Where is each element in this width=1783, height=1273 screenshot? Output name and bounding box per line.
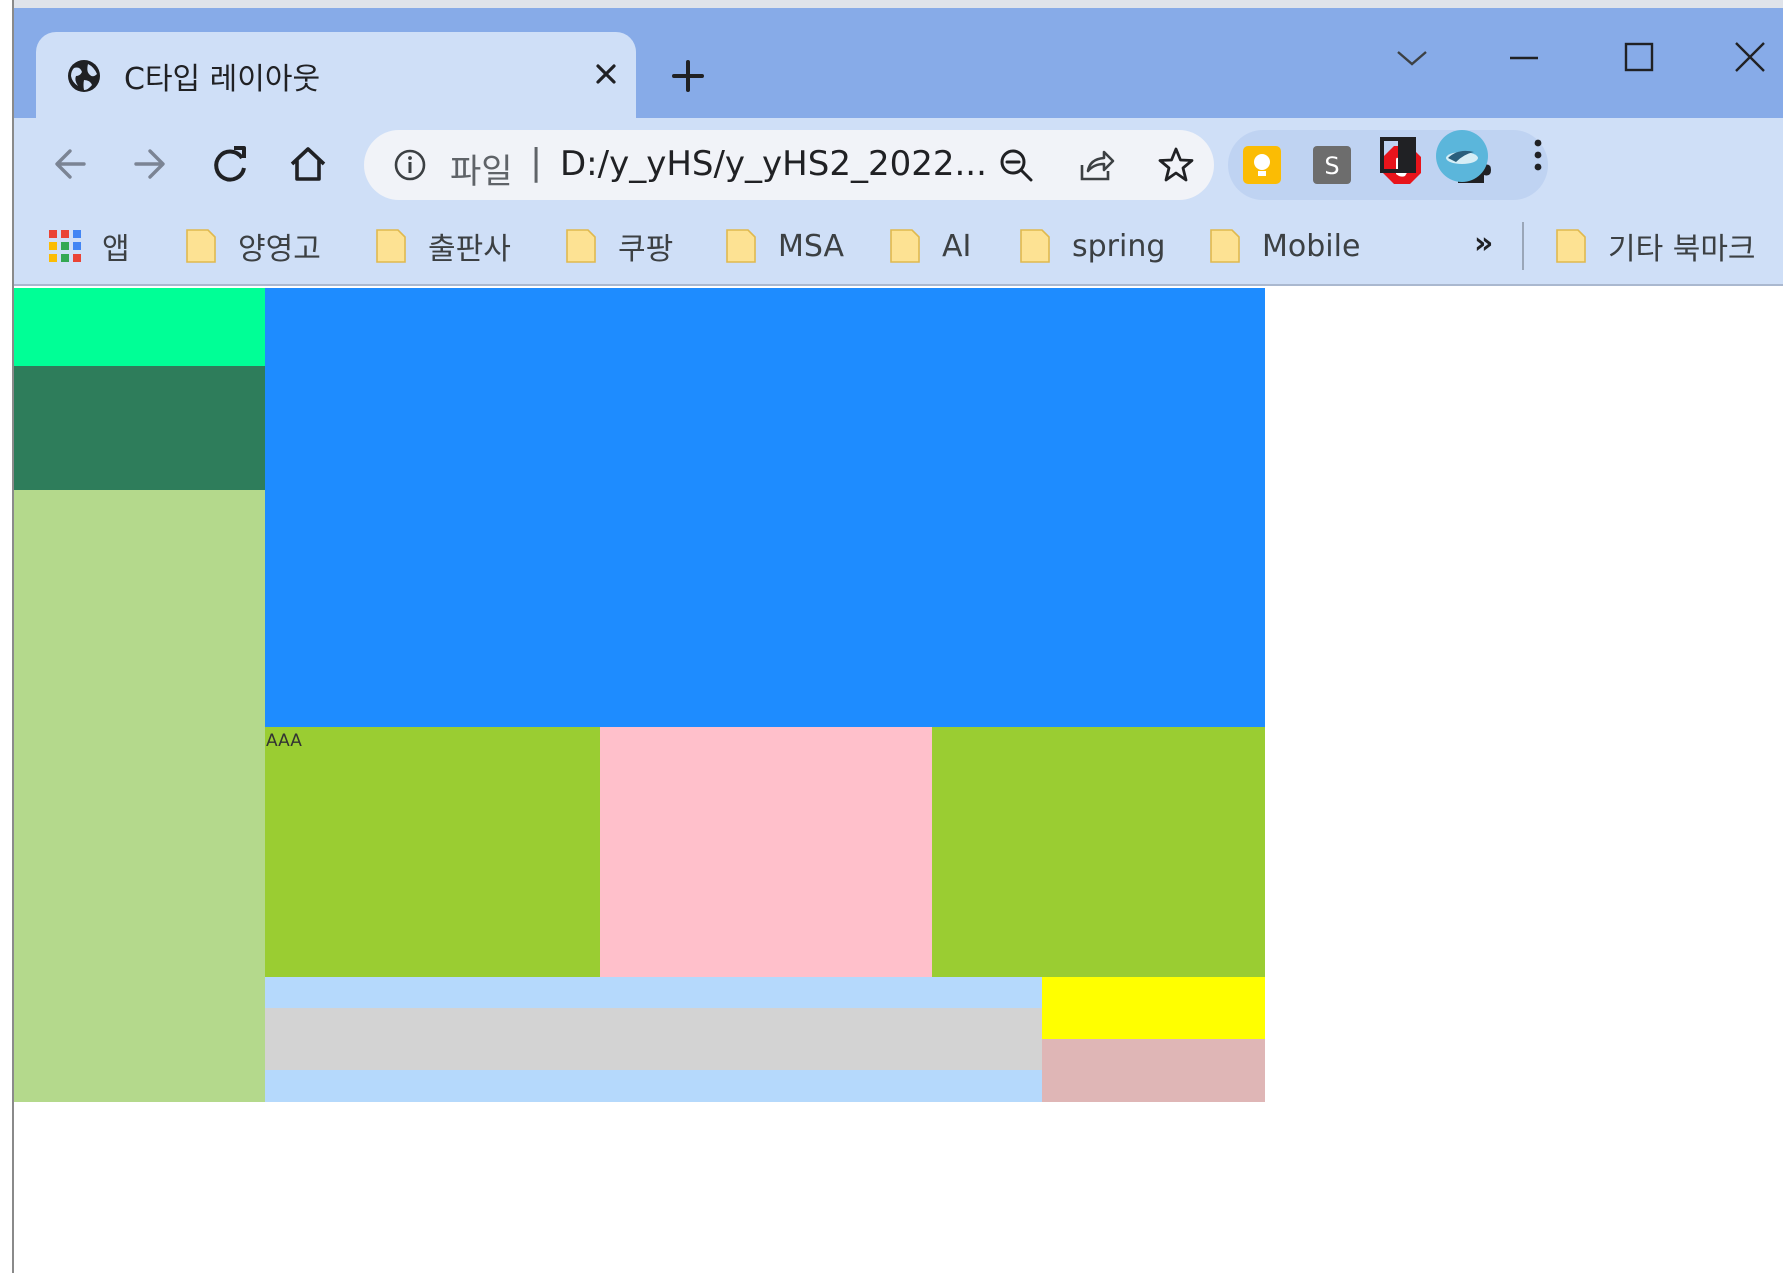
bookmark-star-icon[interactable] bbox=[1154, 143, 1198, 187]
browser-window: C타입 레이아웃 파일 | D:/y_yHS/y_yHS2_2022... S … bbox=[0, 0, 1783, 1273]
tab-title: C타입 레이아웃 bbox=[124, 62, 321, 97]
forward-button[interactable] bbox=[122, 136, 178, 192]
zoom-out-icon[interactable] bbox=[994, 143, 1038, 187]
svg-text:S: S bbox=[1324, 152, 1339, 180]
footer-strip-middle bbox=[265, 1008, 1042, 1070]
folder-icon bbox=[1210, 229, 1240, 263]
folder-icon bbox=[186, 229, 216, 263]
window-frame-top bbox=[14, 0, 1783, 8]
folder-icon bbox=[376, 229, 406, 263]
footer-right-bottom-block bbox=[1042, 1039, 1265, 1102]
bookmark-label: MSA bbox=[778, 228, 845, 264]
apps-grid-icon bbox=[49, 230, 81, 262]
footer-strip-bottom bbox=[265, 1070, 1042, 1102]
tab-search-chevron-icon[interactable] bbox=[1382, 30, 1442, 86]
globe-icon bbox=[68, 60, 100, 92]
box-label: AAA bbox=[266, 731, 302, 751]
sidebar-top-block bbox=[14, 288, 265, 366]
bookmark-folder[interactable]: 쿠팡 bbox=[564, 222, 673, 270]
bookmark-label: 쿠팡 bbox=[618, 232, 674, 267]
sidebar-bottom-block bbox=[14, 490, 265, 1102]
bookmark-folder[interactable]: MSA bbox=[724, 222, 844, 270]
more-menu-icon[interactable] bbox=[1514, 131, 1562, 179]
minimize-button[interactable] bbox=[1494, 30, 1554, 86]
back-button[interactable] bbox=[42, 136, 98, 192]
other-bookmarks-folder[interactable]: 기타 북마크 bbox=[1554, 222, 1756, 270]
bookmark-label: 앱 bbox=[102, 232, 130, 267]
browser-toolbar: 파일 | D:/y_yHS/y_yHS2_2022... S bbox=[14, 118, 1783, 208]
bookmark-folder[interactable]: 양영고 bbox=[184, 222, 321, 270]
maximize-button[interactable] bbox=[1608, 30, 1668, 86]
scheme-label: 파일 bbox=[450, 152, 513, 192]
content-left-block: AAA bbox=[265, 727, 600, 977]
bookmarks-divider bbox=[1522, 222, 1524, 270]
bookmark-apps[interactable]: 앱 bbox=[48, 222, 130, 270]
address-bar[interactable]: 파일 | D:/y_yHS/y_yHS2_2022... bbox=[364, 130, 1214, 200]
sidebar-middle-block bbox=[14, 366, 265, 490]
bookmark-folder[interactable]: AI bbox=[888, 222, 971, 270]
bookmarks-bar: 앱 양영고 출판사 쿠팡 MSA AI spring Mobile » 기타 북… bbox=[14, 208, 1783, 286]
bookmark-label: spring bbox=[1072, 228, 1166, 264]
folder-icon bbox=[1556, 229, 1586, 263]
side-panel-icon[interactable] bbox=[1374, 131, 1422, 179]
main-header-block bbox=[265, 288, 1265, 727]
new-tab-button[interactable] bbox=[662, 50, 714, 102]
url-text[interactable]: D:/y_yHS/y_yHS2_2022... bbox=[560, 144, 987, 184]
bookmark-label: 양영고 bbox=[238, 232, 321, 267]
content-right-block bbox=[932, 727, 1265, 977]
bookmark-folder[interactable]: Mobile bbox=[1208, 222, 1360, 270]
footer-strip-top bbox=[265, 977, 1042, 1008]
bookmark-folder[interactable]: spring bbox=[1018, 222, 1165, 270]
scheme-divider: | bbox=[530, 142, 543, 183]
home-button[interactable] bbox=[280, 136, 336, 192]
bookmark-label: AI bbox=[942, 228, 972, 264]
s-extension-icon[interactable]: S bbox=[1310, 143, 1354, 187]
reload-button[interactable] bbox=[202, 136, 258, 192]
folder-icon bbox=[726, 229, 756, 263]
footer-right-top-block bbox=[1042, 977, 1265, 1039]
keep-bulb-extension-icon[interactable] bbox=[1240, 143, 1284, 187]
page-viewport: AAA bbox=[14, 288, 1783, 1273]
tab-active[interactable]: C타입 레이아웃 bbox=[36, 32, 636, 118]
tab-strip: C타입 레이아웃 bbox=[14, 8, 1783, 118]
content-center-block bbox=[600, 727, 932, 977]
close-tab-icon[interactable] bbox=[588, 56, 624, 92]
bookmark-folder[interactable]: 출판사 bbox=[374, 222, 511, 270]
folder-icon bbox=[566, 229, 596, 263]
bookmark-label: Mobile bbox=[1262, 228, 1361, 264]
more-bookmarks-chevron[interactable]: » bbox=[1474, 226, 1493, 261]
bookmark-label: 기타 북마크 bbox=[1608, 232, 1756, 267]
bookmark-label: 출판사 bbox=[428, 232, 511, 267]
folder-icon bbox=[890, 229, 920, 263]
close-window-button[interactable] bbox=[1720, 30, 1780, 86]
desktop-edge bbox=[0, 0, 14, 1273]
share-icon[interactable] bbox=[1074, 143, 1118, 187]
folder-icon bbox=[1020, 229, 1050, 263]
site-info-icon[interactable] bbox=[392, 147, 428, 183]
profile-avatar[interactable] bbox=[1434, 128, 1490, 184]
